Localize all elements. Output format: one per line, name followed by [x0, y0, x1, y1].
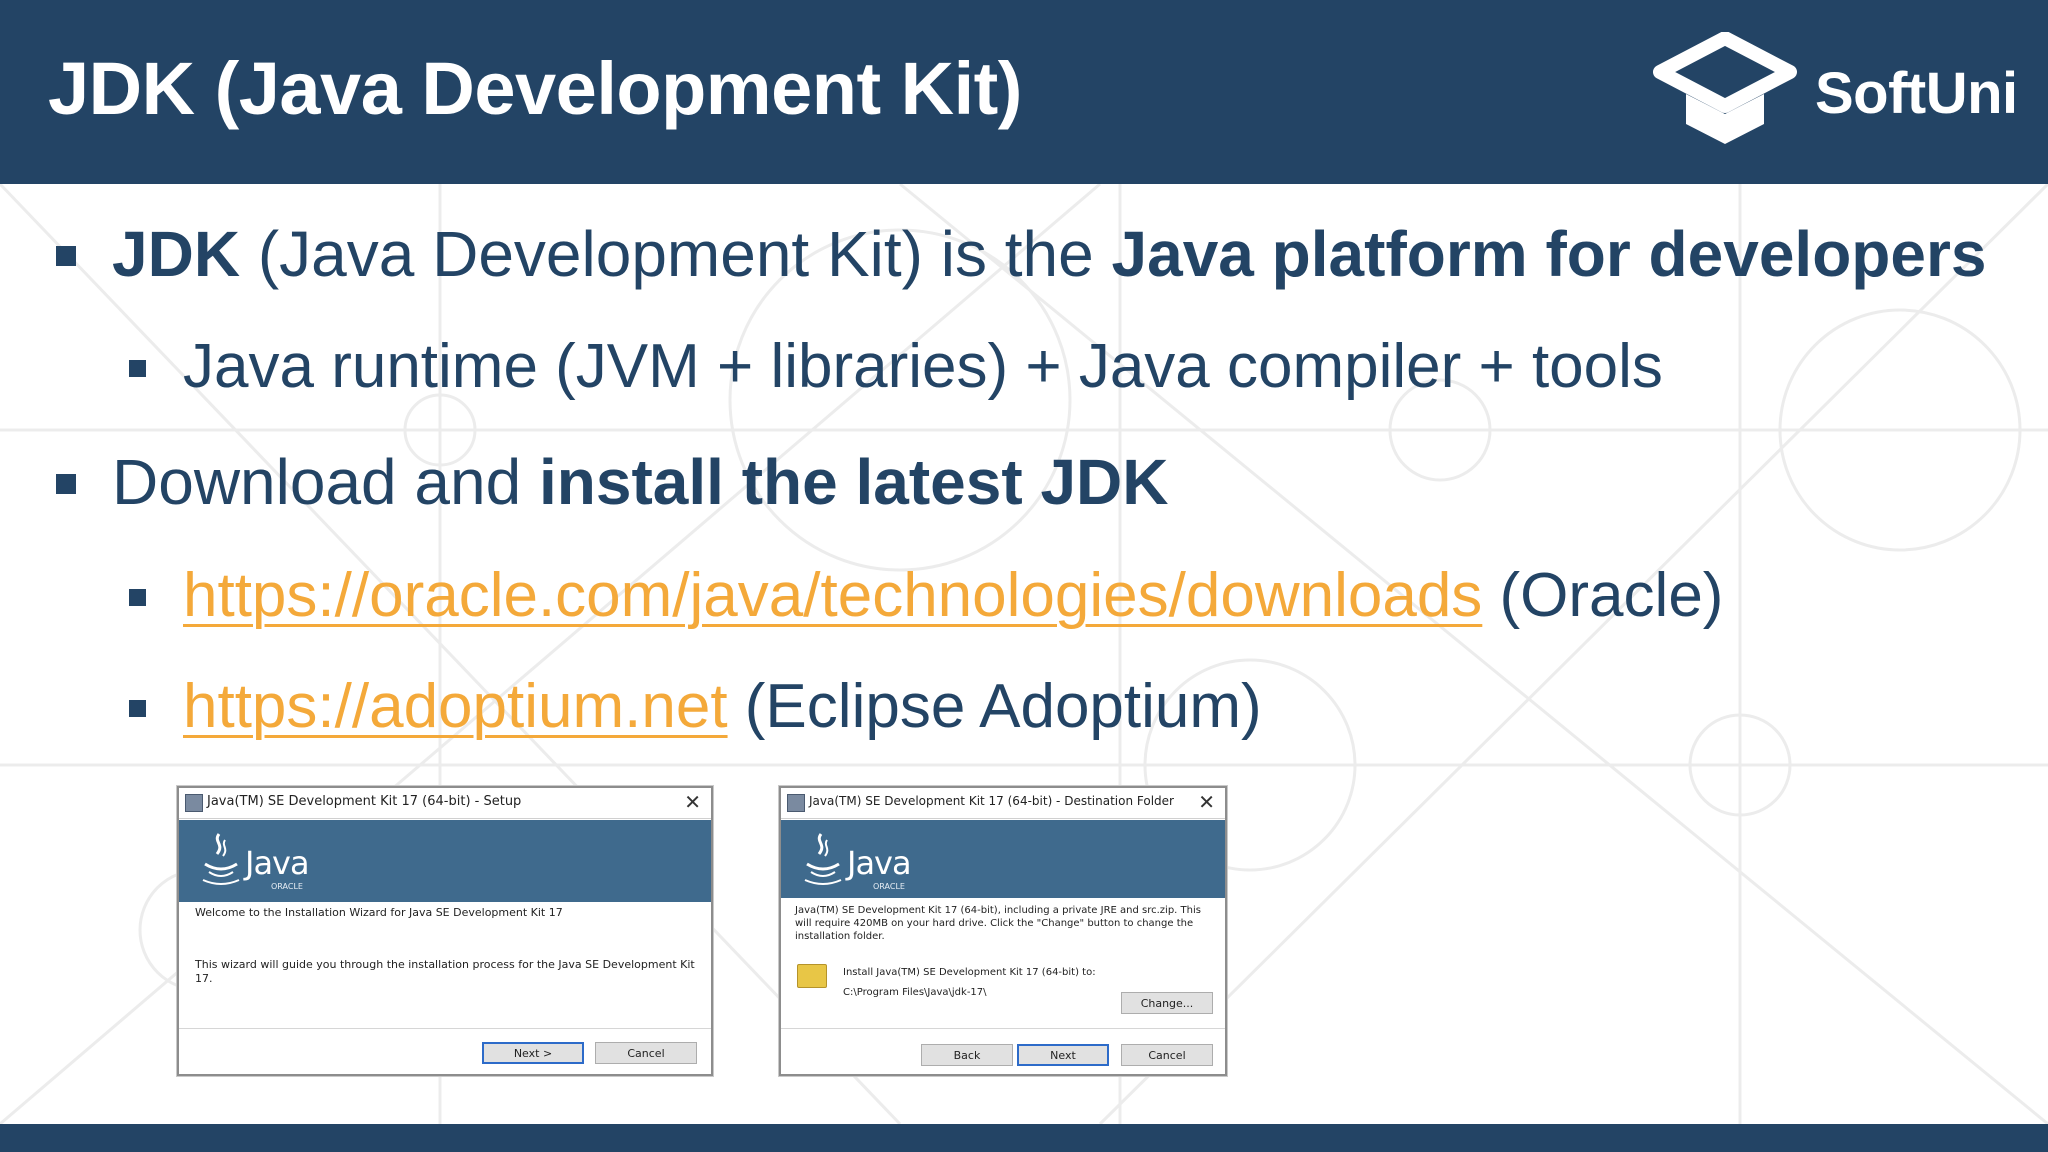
- cancel-button[interactable]: Cancel: [1121, 1044, 1213, 1066]
- oracle-wordmark: ORACLE: [873, 882, 905, 891]
- bullet-text: (Java Development Kit) is the: [240, 218, 1112, 290]
- dialog-separator: [179, 1028, 711, 1029]
- bullet-marker: [129, 589, 146, 606]
- destination-description: Java(TM) SE Development Kit 17 (64-bit),…: [795, 905, 1201, 942]
- logo-text: SoftUni: [1815, 61, 2018, 126]
- bullet-bold-platform: Java platform for developers: [1111, 218, 1987, 290]
- softuni-logo: SoftUni: [1650, 32, 2020, 150]
- back-button[interactable]: Back: [921, 1044, 1013, 1066]
- bullet-oracle-link: https://oracle.com/java/technologies/dow…: [129, 565, 1723, 627]
- setup-app-icon: [185, 794, 203, 812]
- link-suffix: (Oracle): [1482, 561, 1724, 630]
- close-icon[interactable]: ✕: [1198, 790, 1215, 814]
- link-suffix: (Eclipse Adoptium): [727, 672, 1262, 741]
- next-button[interactable]: Next >: [482, 1042, 584, 1064]
- bullet-bold-install: install the latest JDK: [538, 446, 1169, 518]
- java-banner: Java ORACLE: [781, 820, 1225, 898]
- dialog-separator: [781, 1028, 1225, 1029]
- bullet-marker: [56, 474, 76, 494]
- setup-app-icon: [787, 794, 805, 812]
- java-logo: Java ORACLE: [201, 830, 311, 894]
- oracle-wordmark: ORACLE: [271, 882, 303, 891]
- java-wordmark: Java: [245, 844, 310, 882]
- bullet-jdk-definition: JDK (Java Development Kit) is the Java p…: [56, 222, 1986, 286]
- java-wordmark: Java: [847, 844, 912, 882]
- folder-icon: [797, 964, 827, 988]
- bullet-marker: [129, 700, 146, 717]
- bullet-marker: [129, 360, 146, 377]
- slide-header: JDK (Java Development Kit) SoftUni: [0, 0, 2048, 184]
- java-cup-icon: [202, 833, 240, 885]
- java-cup-icon: [804, 833, 842, 885]
- dialog-titlebar: Java(TM) SE Development Kit 17 (64-bit) …: [179, 788, 711, 819]
- bullet-download-install: Download and install the latest JDK: [56, 450, 1168, 514]
- adoptium-link[interactable]: https://adoptium.net: [183, 672, 728, 741]
- slide-footer: [0, 1124, 2048, 1152]
- bullet-adoptium-link: https://adoptium.net (Eclipse Adoptium): [129, 676, 1262, 738]
- guide-text: This wizard will guide you through the i…: [195, 958, 695, 985]
- install-path: C:\Program Files\Java\jdk-17\: [843, 987, 987, 998]
- bullet-marker: [56, 246, 76, 266]
- cancel-button[interactable]: Cancel: [595, 1042, 697, 1064]
- close-icon[interactable]: ✕: [684, 790, 701, 814]
- change-button[interactable]: Change...: [1121, 992, 1213, 1014]
- slide-title: JDK (Java Development Kit): [48, 47, 1022, 130]
- setup-dialog: Java(TM) SE Development Kit 17 (64-bit) …: [177, 786, 713, 1076]
- softuni-logo-icon: [1653, 32, 1797, 144]
- destination-dialog: Java(TM) SE Development Kit 17 (64-bit) …: [779, 786, 1227, 1076]
- install-label: Install Java(TM) SE Development Kit 17 (…: [843, 967, 1096, 978]
- bullet-text: Download and: [112, 446, 539, 518]
- dialog-title: Java(TM) SE Development Kit 17 (64-bit) …: [207, 794, 522, 809]
- dialog-title: Java(TM) SE Development Kit 17 (64-bit) …: [809, 794, 1174, 808]
- next-button[interactable]: Next: [1017, 1044, 1109, 1066]
- oracle-download-link[interactable]: https://oracle.com/java/technologies/dow…: [183, 561, 1482, 630]
- bullet-bold-jdk: JDK: [112, 218, 241, 290]
- java-logo: Java ORACLE: [803, 830, 913, 894]
- java-banner: Java ORACLE: [179, 820, 711, 902]
- bullet-text: Java runtime (JVM + libraries) + Java co…: [183, 332, 1663, 401]
- dialog-titlebar: Java(TM) SE Development Kit 17 (64-bit) …: [781, 788, 1225, 819]
- bullet-jdk-components: Java runtime (JVM + libraries) + Java co…: [129, 336, 1663, 398]
- welcome-text: Welcome to the Installation Wizard for J…: [195, 906, 563, 919]
